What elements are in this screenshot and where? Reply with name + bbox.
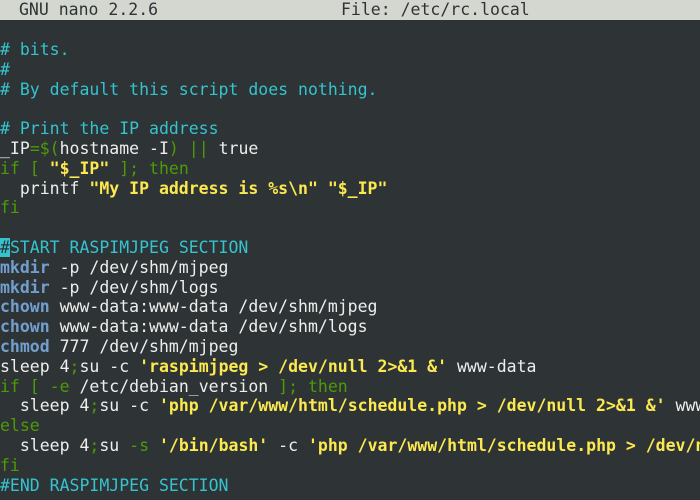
code-token: sleep 4: [0, 356, 70, 376]
code-line[interactable]: #: [0, 60, 700, 80]
nano-titlebar: GNU nano 2.2.6 File: /etc/rc.local: [0, 0, 700, 20]
code-line[interactable]: printf "My IP address is %s\n" "$_IP": [0, 179, 700, 199]
code-token: '/bin/bash': [158, 435, 269, 455]
code-token: hostname -I: [59, 138, 169, 158]
code-line[interactable]: if [ "$_IP" ]; then: [0, 159, 700, 179]
editor-name: GNU nano 2.2.6: [19, 0, 159, 19]
text-editor-area[interactable]: # bits. # # By default this script does no…: [0, 40, 700, 495]
code-token: if [ -e: [0, 376, 80, 396]
code-line[interactable]: chown www-data:www-data /dev/shm/mjpeg: [0, 297, 700, 317]
code-token: /etc/debian_version: [79, 376, 269, 396]
code-token: www-da: [675, 396, 700, 416]
code-token: #END RASPIMJPEG SECTION: [0, 475, 229, 495]
code-token: www-data:www-data /dev/shm/mjpeg: [49, 297, 378, 317]
code-token: ]; then: [109, 158, 189, 178]
code-token: ;: [89, 396, 100, 416]
code-line[interactable]: sleep 4;su -s '/bin/bash' -c 'php /var/w…: [0, 436, 700, 456]
code-token: ;: [89, 435, 100, 455]
code-token: sleep 4: [0, 435, 90, 455]
code-token: START RASPIMJPEG SECTION: [9, 237, 249, 257]
code-token: # By default this script does nothing.: [0, 79, 378, 99]
code-token: chmod: [0, 336, 50, 356]
code-token: 'php /var/www/html/schedule.php > /dev/n…: [308, 435, 700, 455]
code-token: 'php /var/www/html/schedule.php > /dev/n…: [158, 396, 666, 416]
code-token: # Print the IP address: [0, 119, 219, 139]
text-cursor: #: [0, 237, 10, 257]
code-token: chown: [0, 297, 50, 317]
code-token: _IP: [0, 138, 30, 158]
code-line[interactable]: mkdir -p /dev/shm/mjpeg: [0, 258, 700, 278]
code-line[interactable]: [0, 218, 700, 238]
code-token: 777 /dev/shm/mjpeg: [49, 336, 239, 356]
code-token: mkdir: [0, 277, 50, 297]
code-token: ;: [69, 356, 80, 376]
code-line[interactable]: # By default this script does nothing.: [0, 80, 700, 100]
code-token: su -c: [99, 396, 159, 416]
code-line[interactable]: mkdir -p /dev/shm/logs: [0, 278, 700, 298]
code-token: www-data: [447, 356, 537, 376]
file-name: File: /etc/rc.local: [341, 0, 530, 19]
code-token: printf: [0, 178, 90, 198]
code-token: else: [0, 416, 40, 436]
code-token: su -c: [79, 356, 140, 376]
code-token: chown: [0, 317, 50, 337]
code-line[interactable]: sleep 4;su -c 'php /var/www/html/schedul…: [0, 396, 700, 416]
code-line[interactable]: # bits.: [0, 40, 700, 60]
code-line[interactable]: chmod 777 /dev/shm/mjpeg: [0, 337, 700, 357]
code-token: www-data:www-data /dev/shm/logs: [49, 317, 368, 337]
code-token: mkdir: [0, 257, 50, 277]
code-token: -c: [268, 435, 308, 455]
code-line[interactable]: #START RASPIMJPEG SECTION: [0, 237, 700, 258]
code-token: 'raspimjpeg > /dev/null 2>&1 &': [139, 356, 448, 376]
code-token: #: [0, 59, 10, 79]
code-token: # bits.: [0, 40, 70, 59]
code-line[interactable]: fi: [0, 456, 700, 476]
code-token: su: [99, 435, 130, 455]
code-token: ]; then: [268, 376, 348, 396]
code-line[interactable]: if [ -e /etc/debian_version ]; then: [0, 377, 700, 397]
code-line[interactable]: # Print the IP address: [0, 119, 700, 139]
code-token: if [: [0, 158, 50, 178]
code-line[interactable]: sleep 4;su -c 'raspimjpeg > /dev/null 2>…: [0, 357, 700, 377]
terminal-window: GNU nano 2.2.6 File: /etc/rc.local # bit…: [0, 0, 700, 500]
code-line[interactable]: fi: [0, 198, 700, 218]
code-token: "My IP address is %s\n" "$_IP": [89, 178, 388, 198]
code-line[interactable]: [0, 99, 700, 119]
code-token: true: [218, 138, 259, 158]
code-token: -p /dev/shm/logs: [49, 277, 219, 297]
code-token: ) ||: [168, 138, 219, 158]
code-line[interactable]: #END RASPIMJPEG SECTION: [0, 476, 700, 496]
code-line[interactable]: else: [0, 416, 700, 436]
code-token: sleep 4: [0, 396, 90, 416]
code-line[interactable]: chown www-data:www-data /dev/shm/logs: [0, 317, 700, 337]
code-token: -s: [129, 435, 159, 455]
code-token: -p /dev/shm/mjpeg: [49, 257, 229, 277]
code-line[interactable]: _IP=$(hostname -I) || true: [0, 139, 700, 159]
code-token: "$_IP": [49, 158, 110, 178]
code-token: fi: [0, 198, 20, 218]
code-token: =$(: [29, 138, 60, 158]
code-token: fi: [0, 455, 20, 475]
